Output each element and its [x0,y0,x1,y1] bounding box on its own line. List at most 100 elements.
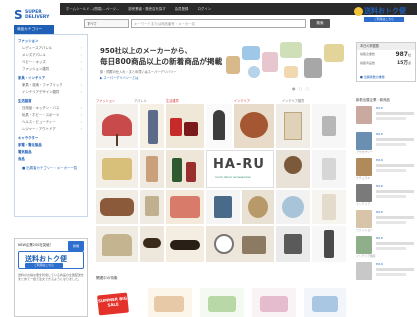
search-category-select[interactable]: すべて [84,19,129,28]
product-tile[interactable] [140,226,164,262]
feature-banner[interactable] [252,288,296,317]
chevron-right-icon: › [80,90,82,94]
right-shipping-logo[interactable]: 送料おトク便 ご利用はこちら [354,5,416,27]
product-tile[interactable] [140,150,164,188]
stats-title: 本日の掲載数 [357,43,415,50]
product-tile[interactable] [276,190,310,224]
category-item-label: ファッション雑貨 [22,67,50,71]
logo-mark: S [14,8,23,22]
stats-history-link[interactable]: ■ 出展者数の推移 [360,75,385,79]
top-link-1[interactable]: ホームシールド…(簡易)…ページ… [66,7,119,11]
text-line [376,169,406,172]
listing-stats-box: 本日の掲載数 掲載企業数 987社 掲載商品数 15万点 ■ 出展者数の推移 [356,42,416,82]
new-arrival-item[interactable]: 8/19 インテリア雑貨 [356,234,416,258]
superdelivery-logo[interactable]: S SUPER DELIVERY [14,9,62,23]
product-tile[interactable] [166,190,204,224]
top-link-2[interactable]: 卸売業者・販売店を探す [128,7,165,11]
chevron-right-icon: › [80,127,82,131]
product-tile[interactable] [242,190,274,224]
hero-subtitle: 卸・問屋の仕入れ・まとめ買いはスーパーデリバリー [100,70,177,74]
chevron-right-icon: › [80,46,82,50]
promo-badge: 新規 [68,241,84,251]
haru-brand-tile[interactable]: HA-RU room decor accessories [206,150,274,188]
category-item-label: レディースアパレル [22,46,53,50]
category-furniture[interactable]: 家具・インテリア [18,75,84,82]
category-appliances[interactable]: 家電・電化製品 [18,142,84,149]
product-tile[interactable] [276,104,310,148]
product-tile[interactable] [140,104,164,148]
category-electric[interactable]: 電気製品 [18,149,84,156]
category-item[interactable]: 日用品・キッチン・バス › [18,105,84,112]
product-tile[interactable] [206,190,240,224]
product-tile[interactable] [312,226,346,262]
product-tile[interactable] [312,190,346,224]
feature-banner[interactable] [304,288,346,317]
search-input[interactable]: キーワードまたは商品番号・メーカー名 [131,19,306,28]
category-item-label: 日用品・キッチン・バス [22,106,60,110]
chevron-right-icon: › [80,113,82,117]
new-arrival-thumbnail [356,210,372,228]
product-tile[interactable] [206,226,274,262]
product-tile[interactable] [96,150,138,188]
product-tile[interactable] [140,190,164,224]
promo-box[interactable]: NEW企業200社突破！ 新規 送料おトク便 ご利用はこちら 送料のお得な便を利… [14,238,88,317]
top-link-3[interactable]: 会員登録 [175,7,189,11]
category-item[interactable]: 玩具・ホビー・スポーツ › [18,112,84,119]
category-item-label: インテリアデザイン雑貨 [22,90,60,94]
product-tile[interactable] [276,226,310,262]
top-link-4[interactable]: ログイン [197,7,211,11]
category-item[interactable]: ヘルス・ビューティー › [18,119,84,126]
category-item[interactable]: ファッション雑貨 › [18,66,84,73]
text-line [376,138,414,141]
hero-banner[interactable]: 950社以上のメーカーから、 毎日800商品以上の新着商品が掲載 卸・問屋の仕入… [92,38,350,93]
product-tile[interactable] [234,104,274,148]
stat-products-number: 15万 [396,61,408,66]
search-button[interactable]: 検索 [310,19,330,28]
category-item[interactable]: メンズアパレル › [18,52,84,59]
text-line [376,112,414,115]
product-tile[interactable] [166,150,204,188]
summer-sale-banner[interactable]: SUMMER BIG SALE [96,288,134,317]
hero-about-link[interactable]: ▶ スーパーデリバリーとは [100,75,139,80]
feature-banner[interactable] [200,288,244,317]
new-arrival-item[interactable]: 8/19 アクセサリー [356,130,416,154]
hero-product-image [262,52,278,72]
category-item[interactable]: ベビー・キッズ › [18,59,84,66]
hero-product-image [242,46,260,60]
new-arrival-item[interactable]: 8/19 ナチュラル [356,156,416,180]
carousel-dots[interactable]: ● ○ ○ [292,86,310,91]
feature-banner[interactable] [148,288,192,317]
product-tile[interactable] [206,104,232,148]
hero-about-link-label: スーパーデリバリーとは [103,76,139,80]
text-line [376,117,406,120]
category-fashion[interactable]: ファッション [18,38,84,45]
promo-logo[interactable]: 送料おトク便 ご利用はこちら [18,251,84,269]
hero-product-image [284,66,298,78]
category-item[interactable]: レジャー・アウトドア › [18,126,84,133]
product-tile[interactable] [96,226,138,262]
chevron-right-icon: › [80,60,82,64]
category-item[interactable]: 家具・収納・ファブリック › [18,82,84,89]
new-arrival-item[interactable]: 8/19 [356,104,416,126]
exhibitor-list-link[interactable]: ■ 出展者カテゴリー・メーカー一覧 [18,165,84,172]
product-tile[interactable] [312,104,346,148]
product-tile[interactable] [96,104,138,148]
product-tile[interactable] [96,190,138,224]
product-tile[interactable] [276,150,310,188]
new-arrival-item[interactable]: 8/19 ファッション [356,208,416,232]
new-arrival-item[interactable]: 8/19 インテリア [356,182,416,206]
category-daily-goods[interactable]: 生活雑貨 [18,98,84,105]
exhibitor-list-label: 出展者カテゴリー・メーカー一覧 [26,166,78,170]
category-food[interactable]: 食品 [18,156,84,163]
category-character[interactable]: キャラクター [18,135,84,142]
category-menu-header[interactable]: 商品カテゴリー [14,25,54,34]
category-item[interactable]: インテリアデザイン雑貨 › [18,89,84,96]
product-tile[interactable] [166,104,204,148]
new-arrival-thumbnail [356,184,372,202]
product-tile[interactable] [166,226,204,262]
category-item[interactable]: レディースアパレル › [18,45,84,52]
product-tile[interactable] [312,150,346,188]
chevron-right-icon: › [80,120,82,124]
chevron-right-icon: › [80,83,82,87]
new-arrival-item[interactable]: 8/19 [356,260,416,282]
